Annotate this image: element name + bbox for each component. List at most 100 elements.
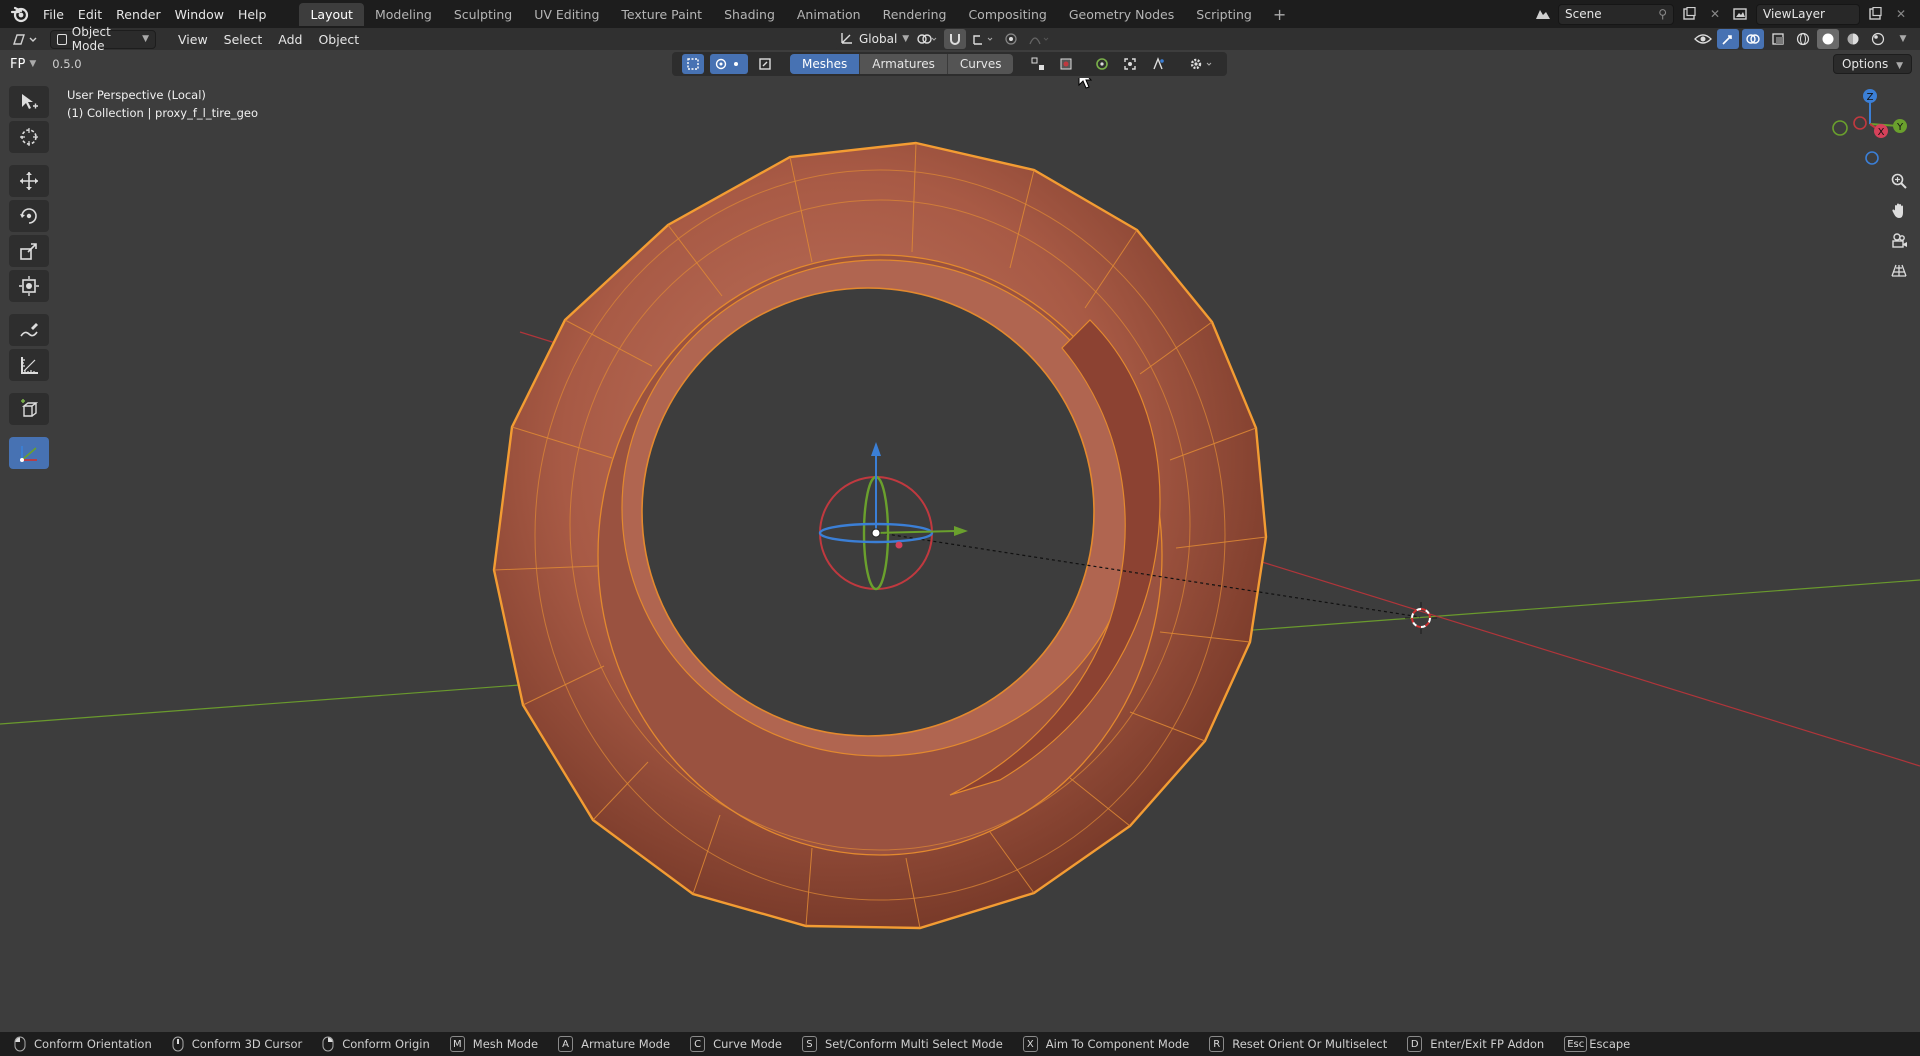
snap-toggle-icon[interactable] [944,29,966,49]
filter-meshes-button[interactable]: Meshes [790,54,861,74]
wireframe-shading-icon[interactable] [1792,29,1814,49]
cursor-icon [20,128,38,146]
filter-curves-button[interactable]: Curves [947,54,1014,74]
settings-gear-icon[interactable] [1187,54,1217,74]
zoom-icon[interactable] [1884,168,1914,194]
blender-logo-icon[interactable] [10,4,30,24]
menu-window[interactable]: Window [168,4,231,25]
menu-help[interactable]: Help [231,4,274,25]
add-cube-tool-button[interactable] [9,393,49,425]
hint-label: Reset Orient Or Multiselect [1232,1037,1388,1051]
move-tool-button[interactable] [9,165,49,197]
menu-edit[interactable]: Edit [71,4,109,25]
tab-sculpting[interactable]: Sculpting [443,3,523,26]
multi-select-icon[interactable] [1027,54,1049,74]
status-hint-curve-mode: C Curve Mode [690,1036,782,1052]
workspace-tabs: Layout Modeling Sculpting UV Editing Tex… [299,0,1296,28]
scene-name-field[interactable]: Scene ⚲ [1558,3,1674,25]
nav-x-label: X [1878,127,1885,138]
fp-dropdown[interactable]: FP ▼ [10,57,36,72]
delete-scene-icon[interactable]: ✕ [1704,4,1726,24]
menu-add[interactable]: Add [270,32,310,47]
new-scene-icon[interactable] [1678,4,1700,24]
menu-view[interactable]: View [170,32,216,47]
menu-object[interactable]: Object [310,32,367,47]
navigation-gizmo[interactable]: Z Y X [1832,89,1907,165]
tab-texture-paint[interactable]: Texture Paint [610,3,713,26]
key-cap: R [1209,1036,1225,1052]
snap-cursor-icon[interactable] [1147,54,1169,74]
falloff-icon[interactable] [1028,29,1050,49]
options-dropdown[interactable]: Options ▼ [1832,54,1912,74]
view-layer-field[interactable]: ViewLayer [1756,3,1860,25]
cursor-tool-button[interactable] [9,121,49,153]
pivot-origin-icon[interactable] [710,54,748,74]
visibility-icon[interactable] [1692,29,1714,49]
scene-name: Scene [1565,7,1602,21]
view-layer-name: ViewLayer [1763,7,1825,21]
tire-mesh[interactable] [492,141,1268,930]
annotate-tool-button[interactable] [9,314,49,346]
scene-selector-icon[interactable] [1532,4,1554,24]
delete-view-layer-icon[interactable]: ✕ [1890,4,1912,24]
transform-tool-button[interactable] [9,270,49,302]
ortho-grid-icon[interactable] [1884,258,1914,284]
fp-addon-tool-button[interactable] [9,437,49,469]
tab-scripting[interactable]: Scripting [1185,3,1263,26]
scale-tool-button[interactable] [9,235,49,267]
view-layer-icon[interactable] [1730,4,1752,24]
pin-icon[interactable]: ⚲ [1658,7,1667,21]
new-view-layer-icon[interactable] [1864,4,1886,24]
pivot-point-icon[interactable] [916,29,938,49]
shading-options-icon[interactable]: ▼ [1892,29,1914,49]
transform-space-icon[interactable] [754,54,776,74]
tab-layout[interactable]: Layout [299,2,364,26]
aim-component-icon[interactable] [1055,54,1077,74]
select-box-icon[interactable] [682,54,704,74]
editor-type-icon[interactable] [8,29,42,49]
overlay-toggle-icon[interactable] [1742,29,1764,49]
viewport-header: Object Mode ▼ View Select Add Object Glo… [0,25,1920,53]
menu-render[interactable]: Render [109,4,168,25]
mouse-left-icon [14,1036,26,1052]
filter-armatures-button[interactable]: Armatures [860,54,948,74]
tab-shading[interactable]: Shading [713,3,786,26]
material-shading-icon[interactable] [1842,29,1864,49]
key-cap: C [690,1036,706,1052]
add-cube-icon [21,399,39,417]
xray-toggle-icon[interactable] [1767,29,1789,49]
camera-view-icon[interactable] [1884,228,1914,254]
tab-compositing[interactable]: Compositing [957,3,1057,26]
rendered-shading-icon[interactable] [1867,29,1889,49]
hint-label: Armature Mode [581,1037,671,1051]
transform-icon [19,276,39,296]
mode-dropdown[interactable]: Object Mode ▼ [50,25,156,53]
key-cap: M [449,1036,465,1052]
3d-viewport[interactable]: Z Y X [0,78,1920,1032]
add-object-icon[interactable] [1091,54,1113,74]
status-hint-armature-mode: A Armature Mode [558,1036,670,1052]
fp-label: FP [10,56,26,72]
snap-target-icon[interactable] [972,29,994,49]
add-workspace-icon[interactable]: + [1263,5,1296,24]
measure-tool-button[interactable] [9,349,49,381]
orientation-dropdown[interactable]: Global ▼ [834,29,910,49]
tool-shelf [9,86,49,469]
pan-hand-icon[interactable] [1884,198,1914,224]
tab-geometry-nodes[interactable]: Geometry Nodes [1058,3,1185,26]
rotate-tool-button[interactable] [9,200,49,232]
tab-uv-editing[interactable]: UV Editing [523,3,610,26]
key-cap: A [558,1036,574,1052]
viewport-scene[interactable]: Z Y X [0,78,1920,1032]
frame-selection-icon[interactable] [1119,54,1141,74]
tab-rendering[interactable]: Rendering [872,3,958,26]
tab-animation[interactable]: Animation [786,3,872,26]
gizmo-toggle-icon[interactable] [1717,29,1739,49]
mode-label: Object Mode [71,25,111,53]
solid-shading-icon[interactable] [1817,29,1839,49]
menu-select[interactable]: Select [216,32,271,47]
menu-file[interactable]: File [36,4,71,25]
tab-modeling[interactable]: Modeling [364,3,443,26]
proportional-edit-icon[interactable] [1000,29,1022,49]
select-tool-button[interactable] [9,86,49,118]
